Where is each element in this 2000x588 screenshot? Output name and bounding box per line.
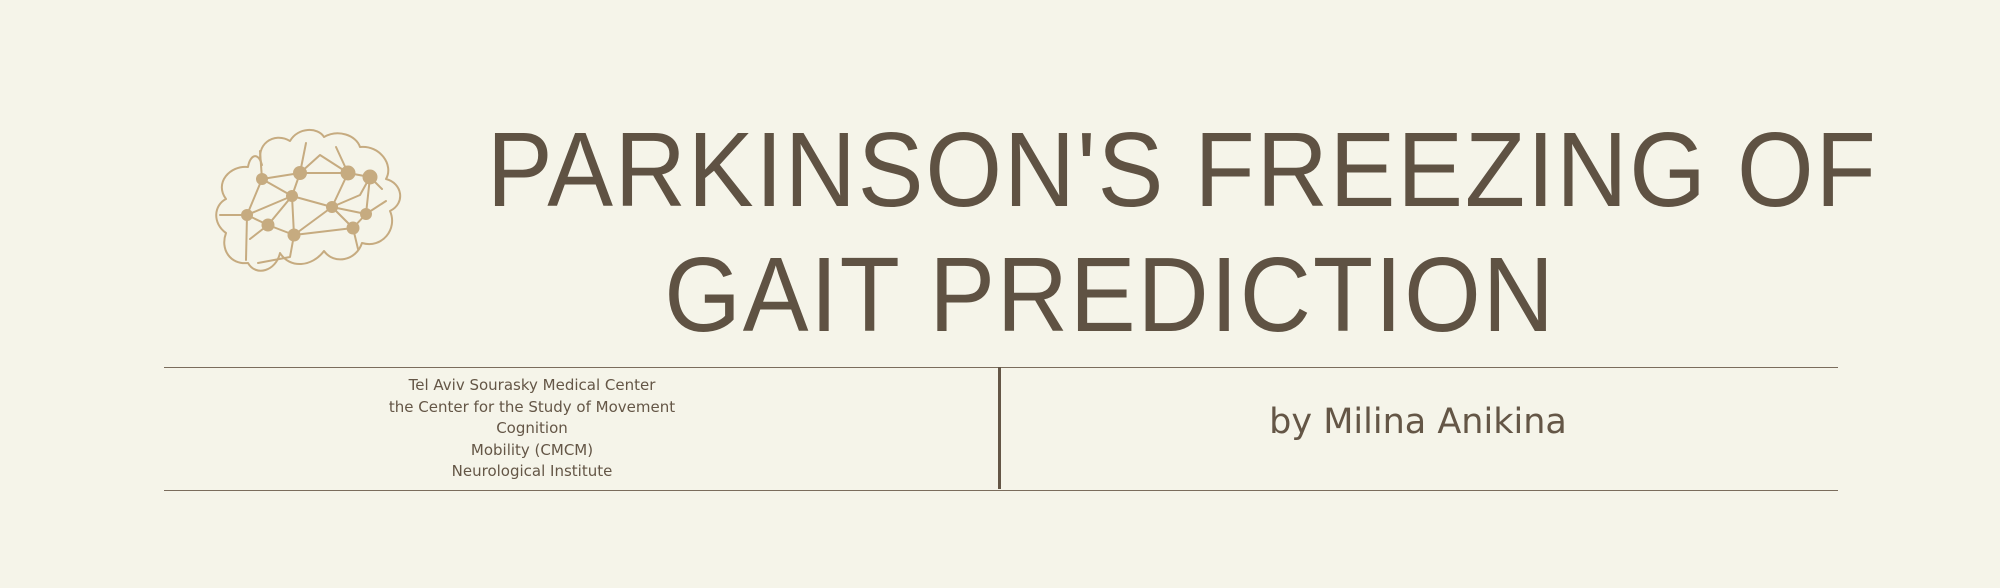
author-byline: by Milina Anikina [1269,402,1567,442]
institution-line: Cognition [496,419,568,437]
divider-vertical [998,367,1001,489]
title-line-2: GAIT PREDICTION [664,236,1556,354]
institution-line: Neurological Institute [451,462,613,480]
institution-line: the Center for the Study of Movement [388,397,676,416]
page-title: PARKINSON'S FREEZING OF GAIT PREDICTION [486,108,1878,358]
institution-line: Tel Aviv Sourasky Medical Center [408,376,656,394]
title-line-1: PARKINSON'S FREEZING OF [486,111,1878,229]
brain-network-icon [215,129,401,272]
institution-line: Mobility (CMCM) [470,440,594,459]
divider-bottom [164,490,1838,491]
institution-block: Tel Aviv Sourasky Medical Center the Cen… [340,375,724,483]
divider-top [164,367,1838,368]
